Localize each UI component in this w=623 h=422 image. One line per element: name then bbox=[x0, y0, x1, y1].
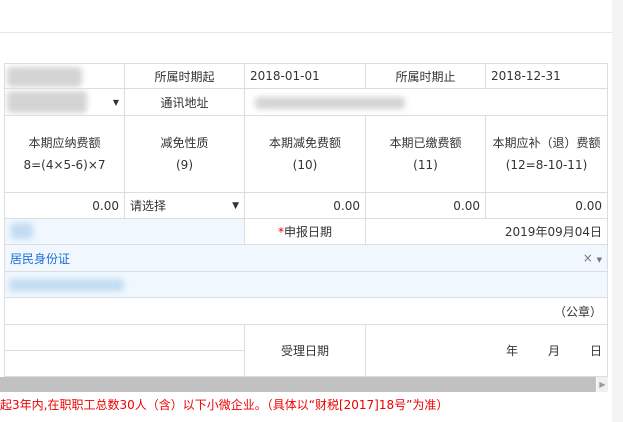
id-number-input[interactable] bbox=[4, 272, 608, 298]
horizontal-scrollbar-thumb[interactable] bbox=[0, 377, 596, 392]
period-start-value: 2018-01-01 bbox=[245, 63, 366, 89]
dropdown-arrow-icon: ▼ bbox=[112, 97, 119, 107]
address-value bbox=[245, 89, 608, 116]
filing-date-label: * 申报日期 bbox=[245, 219, 366, 245]
footnote: 起3年内,在职职工总数30人（含）以下小微企业。（具体以“财税[2017]18号… bbox=[0, 398, 449, 412]
payable-input[interactable]: 0.00 bbox=[4, 193, 125, 219]
filing-date-value: 2019年09月04日 bbox=[366, 219, 608, 245]
blurred-select[interactable]: ▼ bbox=[4, 89, 125, 116]
dropdown-arrow-icon: ▼ bbox=[596, 256, 602, 264]
period-end-value: 2018-12-31 bbox=[486, 63, 608, 89]
id-type-select[interactable]: 居民身份证 × ▼ bbox=[4, 245, 608, 272]
select-value: 请选择 bbox=[130, 199, 167, 213]
period-start-label: 所属时期起 bbox=[125, 63, 245, 89]
accept-date-label: 受理日期 bbox=[245, 325, 366, 377]
dropdown-arrow-icon: ▼ bbox=[232, 200, 239, 211]
empty-cell bbox=[4, 351, 245, 377]
blurred-field bbox=[4, 63, 125, 89]
divider bbox=[0, 32, 612, 33]
empty-cell bbox=[4, 325, 245, 351]
blurred-name-field[interactable] bbox=[4, 219, 245, 245]
scroll-right-arrow-icon[interactable]: ▶ bbox=[597, 377, 608, 392]
header-reduction-type: 减免性质 (9) bbox=[125, 116, 245, 193]
reduced-input[interactable]: 0.00 bbox=[245, 193, 366, 219]
id-type-value: 居民身份证 bbox=[10, 251, 71, 266]
header-payable: 本期应纳费额 8=(4×5-6)×7 bbox=[4, 116, 125, 193]
paid-input[interactable]: 0.00 bbox=[366, 193, 486, 219]
header-paid: 本期已缴费额 (11) bbox=[366, 116, 486, 193]
header-due: 本期应补（退）费额 (12=8-10-11) bbox=[486, 116, 608, 193]
period-end-label: 所属时期止 bbox=[366, 63, 486, 89]
seal-label: （公章） bbox=[4, 298, 608, 325]
accept-date-value: 年月日 bbox=[366, 325, 608, 377]
address-label: 通讯地址 bbox=[125, 89, 245, 116]
reduction-type-select[interactable]: 请选择 ▼ bbox=[125, 193, 245, 219]
due-input[interactable]: 0.00 bbox=[486, 193, 608, 219]
header-reduced: 本期减免费额 (10) bbox=[245, 116, 366, 193]
clear-icon[interactable]: × bbox=[583, 251, 593, 265]
page-scrollbar[interactable] bbox=[612, 0, 623, 422]
